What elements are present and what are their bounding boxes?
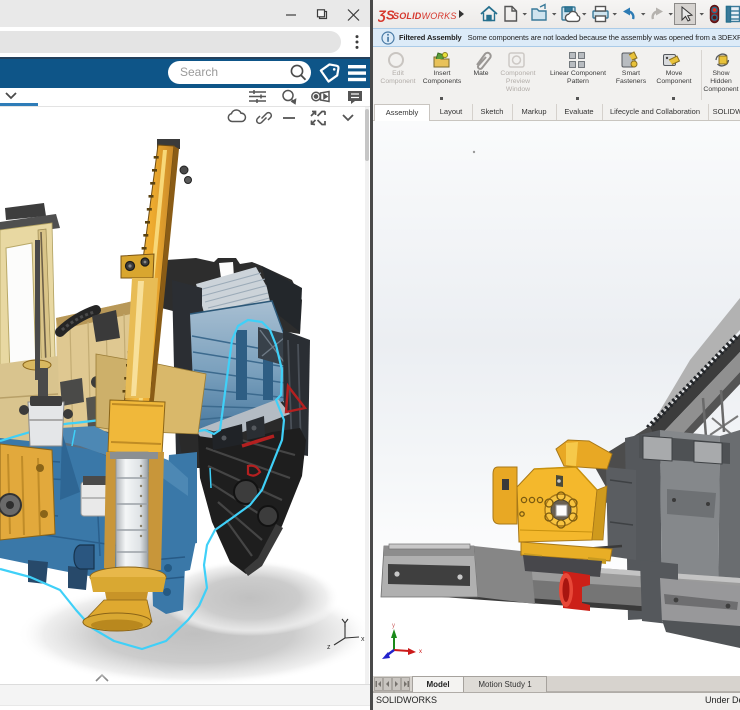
svg-text:SOLIDWORKS: SOLIDWORKS (393, 11, 457, 21)
svg-text:z: z (327, 644, 331, 651)
svg-text:x: x (419, 649, 422, 655)
svg-text:y: y (392, 623, 395, 629)
